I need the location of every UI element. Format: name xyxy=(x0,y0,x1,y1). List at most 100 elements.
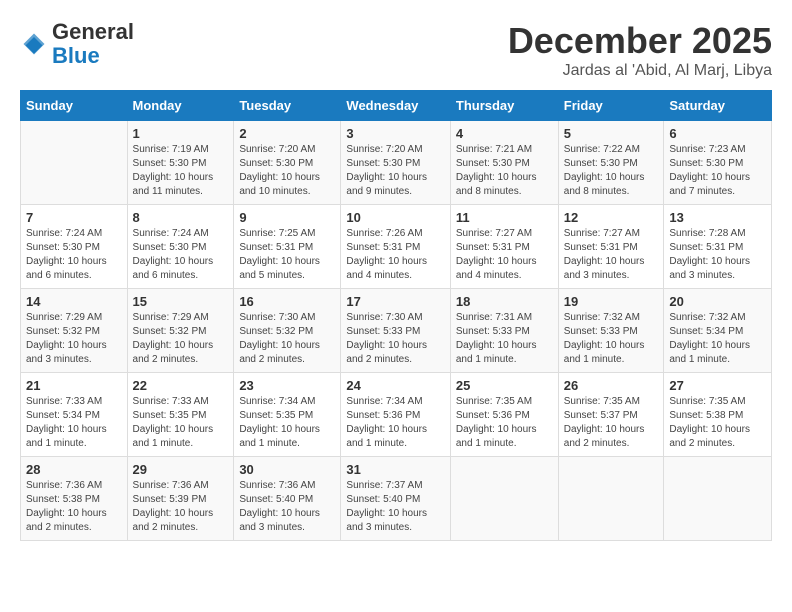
calendar-cell xyxy=(558,457,664,541)
day-info: Sunrise: 7:32 AM Sunset: 5:33 PM Dayligh… xyxy=(564,311,659,367)
day-info: Sunrise: 7:31 AM Sunset: 5:33 PM Dayligh… xyxy=(456,311,553,367)
day-info: Sunrise: 7:24 AM Sunset: 5:30 PM Dayligh… xyxy=(26,227,122,283)
calendar-week-row: 7 Sunrise: 7:24 AM Sunset: 5:30 PM Daylig… xyxy=(21,205,772,289)
day-number: 24 xyxy=(346,378,444,393)
day-number: 5 xyxy=(564,126,659,141)
day-info: Sunrise: 7:30 AM Sunset: 5:32 PM Dayligh… xyxy=(239,311,335,367)
day-info: Sunrise: 7:27 AM Sunset: 5:31 PM Dayligh… xyxy=(456,227,553,283)
day-number: 16 xyxy=(239,294,335,309)
day-info: Sunrise: 7:32 AM Sunset: 5:34 PM Dayligh… xyxy=(669,311,766,367)
day-info: Sunrise: 7:19 AM Sunset: 5:30 PM Dayligh… xyxy=(133,143,229,199)
day-info: Sunrise: 7:35 AM Sunset: 5:38 PM Dayligh… xyxy=(669,395,766,451)
day-number: 9 xyxy=(239,210,335,225)
calendar-cell xyxy=(450,457,558,541)
day-number: 14 xyxy=(26,294,122,309)
day-number: 31 xyxy=(346,462,444,477)
day-info: Sunrise: 7:33 AM Sunset: 5:35 PM Dayligh… xyxy=(133,395,229,451)
header-day-wednesday: Wednesday xyxy=(341,91,450,121)
day-number: 10 xyxy=(346,210,444,225)
logo-icon xyxy=(20,30,48,58)
day-info: Sunrise: 7:36 AM Sunset: 5:40 PM Dayligh… xyxy=(239,479,335,535)
header-day-tuesday: Tuesday xyxy=(234,91,341,121)
calendar-cell: 23 Sunrise: 7:34 AM Sunset: 5:35 PM Dayli… xyxy=(234,373,341,457)
day-info: Sunrise: 7:20 AM Sunset: 5:30 PM Dayligh… xyxy=(346,143,444,199)
day-info: Sunrise: 7:37 AM Sunset: 5:40 PM Dayligh… xyxy=(346,479,444,535)
calendar-cell: 4 Sunrise: 7:21 AM Sunset: 5:30 PM Daylig… xyxy=(450,121,558,205)
calendar-cell: 25 Sunrise: 7:35 AM Sunset: 5:36 PM Dayli… xyxy=(450,373,558,457)
day-number: 4 xyxy=(456,126,553,141)
day-info: Sunrise: 7:35 AM Sunset: 5:36 PM Dayligh… xyxy=(456,395,553,451)
day-info: Sunrise: 7:28 AM Sunset: 5:31 PM Dayligh… xyxy=(669,227,766,283)
calendar-cell: 7 Sunrise: 7:24 AM Sunset: 5:30 PM Daylig… xyxy=(21,205,128,289)
header-day-friday: Friday xyxy=(558,91,664,121)
day-number: 30 xyxy=(239,462,335,477)
day-number: 1 xyxy=(133,126,229,141)
calendar-table: SundayMondayTuesdayWednesdayThursdayFrid… xyxy=(20,90,772,541)
day-info: Sunrise: 7:22 AM Sunset: 5:30 PM Dayligh… xyxy=(564,143,659,199)
calendar-cell: 24 Sunrise: 7:34 AM Sunset: 5:36 PM Dayli… xyxy=(341,373,450,457)
calendar-cell: 14 Sunrise: 7:29 AM Sunset: 5:32 PM Dayli… xyxy=(21,289,128,373)
header-day-thursday: Thursday xyxy=(450,91,558,121)
calendar-week-row: 28 Sunrise: 7:36 AM Sunset: 5:38 PM Dayli… xyxy=(21,457,772,541)
header-day-saturday: Saturday xyxy=(664,91,772,121)
day-info: Sunrise: 7:26 AM Sunset: 5:31 PM Dayligh… xyxy=(346,227,444,283)
day-number: 23 xyxy=(239,378,335,393)
calendar-cell: 20 Sunrise: 7:32 AM Sunset: 5:34 PM Dayli… xyxy=(664,289,772,373)
calendar-cell: 6Sunrise: 7:23 AM Sunset: 5:30 PM Daylig… xyxy=(664,121,772,205)
location-title: Jardas al 'Abid, Al Marj, Libya xyxy=(508,62,772,80)
header-day-sunday: Sunday xyxy=(21,91,128,121)
calendar-cell: 1 Sunrise: 7:19 AM Sunset: 5:30 PM Daylig… xyxy=(127,121,234,205)
logo-blue-text: Blue xyxy=(52,43,100,68)
day-info: Sunrise: 7:35 AM Sunset: 5:37 PM Dayligh… xyxy=(564,395,659,451)
calendar-cell: 19 Sunrise: 7:32 AM Sunset: 5:33 PM Dayli… xyxy=(558,289,664,373)
day-info: Sunrise: 7:20 AM Sunset: 5:30 PM Dayligh… xyxy=(239,143,335,199)
day-number: 17 xyxy=(346,294,444,309)
calendar-cell: 3 Sunrise: 7:20 AM Sunset: 5:30 PM Daylig… xyxy=(341,121,450,205)
day-info: Sunrise: 7:29 AM Sunset: 5:32 PM Dayligh… xyxy=(26,311,122,367)
day-info: Sunrise: 7:34 AM Sunset: 5:36 PM Dayligh… xyxy=(346,395,444,451)
day-info: Sunrise: 7:36 AM Sunset: 5:39 PM Dayligh… xyxy=(133,479,229,535)
calendar-cell: 30 Sunrise: 7:36 AM Sunset: 5:40 PM Dayli… xyxy=(234,457,341,541)
day-info: Sunrise: 7:29 AM Sunset: 5:32 PM Dayligh… xyxy=(133,311,229,367)
day-number: 18 xyxy=(456,294,553,309)
day-number: 15 xyxy=(133,294,229,309)
calendar-cell xyxy=(664,457,772,541)
day-number: 27 xyxy=(669,378,766,393)
calendar-cell xyxy=(21,121,128,205)
logo-general-text: General xyxy=(52,19,134,44)
day-info: Sunrise: 7:34 AM Sunset: 5:35 PM Dayligh… xyxy=(239,395,335,451)
day-number: 8 xyxy=(133,210,229,225)
calendar-week-row: 1 Sunrise: 7:19 AM Sunset: 5:30 PM Daylig… xyxy=(21,121,772,205)
day-number: 7 xyxy=(26,210,122,225)
day-number: 3 xyxy=(346,126,444,141)
calendar-week-row: 14 Sunrise: 7:29 AM Sunset: 5:32 PM Dayli… xyxy=(21,289,772,373)
day-number: 12 xyxy=(564,210,659,225)
calendar-cell: 2 Sunrise: 7:20 AM Sunset: 5:30 PM Daylig… xyxy=(234,121,341,205)
day-info: Sunrise: 7:33 AM Sunset: 5:34 PM Dayligh… xyxy=(26,395,122,451)
day-number: 20 xyxy=(669,294,766,309)
calendar-cell: 18 Sunrise: 7:31 AM Sunset: 5:33 PM Dayli… xyxy=(450,289,558,373)
day-number: 19 xyxy=(564,294,659,309)
calendar-cell: 26 Sunrise: 7:35 AM Sunset: 5:37 PM Dayli… xyxy=(558,373,664,457)
day-number: 2 xyxy=(239,126,335,141)
day-info: Sunrise: 7:36 AM Sunset: 5:38 PM Dayligh… xyxy=(26,479,122,535)
logo: General Blue xyxy=(20,20,134,68)
calendar-cell: 29Sunrise: 7:36 AM Sunset: 5:39 PM Dayli… xyxy=(127,457,234,541)
calendar-cell: 15 Sunrise: 7:29 AM Sunset: 5:32 PM Dayli… xyxy=(127,289,234,373)
day-number: 25 xyxy=(456,378,553,393)
calendar-header-row: SundayMondayTuesdayWednesdayThursdayFrid… xyxy=(21,91,772,121)
day-info: Sunrise: 7:21 AM Sunset: 5:30 PM Dayligh… xyxy=(456,143,553,199)
calendar-week-row: 21Sunrise: 7:33 AM Sunset: 5:34 PM Dayli… xyxy=(21,373,772,457)
calendar-cell: 17 Sunrise: 7:30 AM Sunset: 5:33 PM Dayli… xyxy=(341,289,450,373)
calendar-cell: 16 Sunrise: 7:30 AM Sunset: 5:32 PM Dayli… xyxy=(234,289,341,373)
day-info: Sunrise: 7:30 AM Sunset: 5:33 PM Dayligh… xyxy=(346,311,444,367)
day-number: 13 xyxy=(669,210,766,225)
calendar-cell: 5 Sunrise: 7:22 AM Sunset: 5:30 PM Daylig… xyxy=(558,121,664,205)
day-number: 22 xyxy=(133,378,229,393)
calendar-cell: 9Sunrise: 7:25 AM Sunset: 5:31 PM Daylig… xyxy=(234,205,341,289)
calendar-cell: 10 Sunrise: 7:26 AM Sunset: 5:31 PM Dayli… xyxy=(341,205,450,289)
page-header: General Blue December 2025 Jardas al 'Ab… xyxy=(20,20,772,80)
day-number: 26 xyxy=(564,378,659,393)
day-number: 28 xyxy=(26,462,122,477)
header-day-monday: Monday xyxy=(127,91,234,121)
